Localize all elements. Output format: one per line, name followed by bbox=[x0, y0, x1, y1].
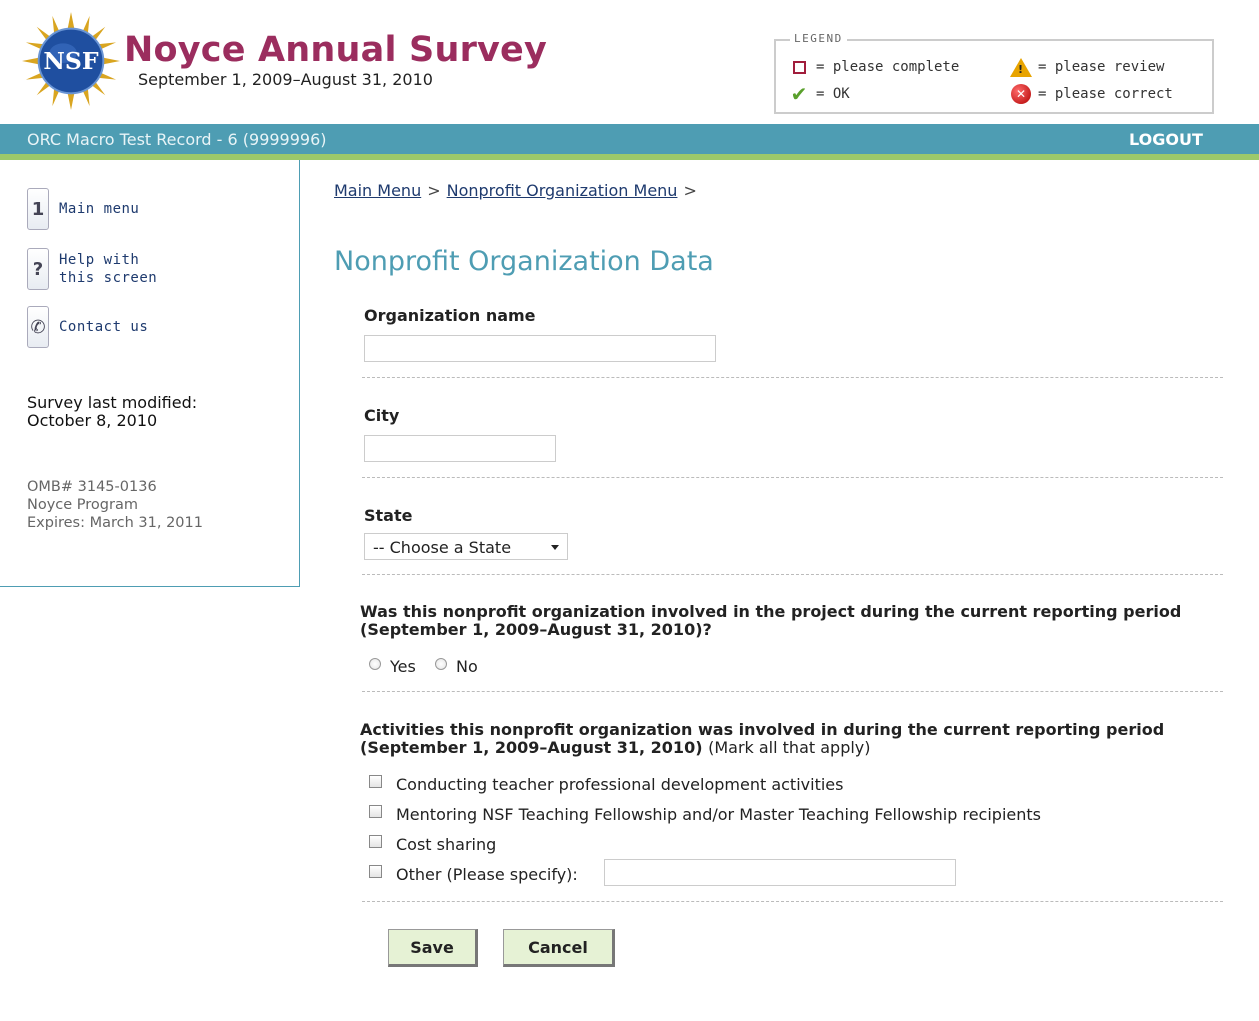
legend-label: = OK bbox=[816, 86, 850, 102]
activities-question-line1: Activities this nonprofit organization w… bbox=[360, 720, 1165, 739]
divider bbox=[362, 691, 1223, 692]
chevron-down-icon bbox=[551, 545, 559, 550]
checkbox-cost-sharing[interactable] bbox=[369, 835, 382, 848]
sidebar-item-label: Main menu bbox=[59, 201, 140, 217]
activities-question-line2: (September 1, 2009–August 31, 2010) bbox=[360, 738, 703, 757]
legend-label: = please correct bbox=[1038, 86, 1173, 102]
city-input[interactable] bbox=[364, 435, 556, 462]
logout-button[interactable]: LOGOUT bbox=[1129, 130, 1203, 149]
omb-number: OMB# 3145-0136 bbox=[27, 479, 157, 495]
nsf-logo: NSF bbox=[22, 12, 120, 110]
legend-item-please-review: ! = please review bbox=[1010, 57, 1164, 77]
legend-item-ok: ✔ = OK bbox=[788, 84, 850, 104]
modified-date: October 8, 2010 bbox=[27, 411, 158, 430]
breadcrumb-nonprofit-menu[interactable]: Nonprofit Organization Menu bbox=[447, 181, 678, 200]
legend-label: = please review bbox=[1038, 59, 1165, 75]
breadcrumb-separator: > bbox=[427, 181, 441, 200]
involved-question-line2: (September 1, 2009–August 31, 2010)? bbox=[360, 620, 712, 639]
legend-title: LEGEND bbox=[790, 32, 847, 45]
involved-question: Was this nonprofit organization involved… bbox=[360, 603, 1181, 639]
main-menu-icon: 1 bbox=[27, 188, 49, 230]
state-select[interactable]: -- Choose a State bbox=[364, 533, 568, 560]
sidebar-item-label-line2: this screen bbox=[59, 270, 158, 286]
warning-triangle-icon: ! bbox=[1010, 57, 1032, 77]
survey-modified: Survey last modified: October 8, 2010 bbox=[27, 394, 197, 430]
page-header: NSF Noyce Annual Survey September 1, 200… bbox=[0, 0, 1259, 124]
radio-no-label: No bbox=[456, 657, 478, 676]
sidebar-item-contact[interactable]: ✆ Contact us bbox=[27, 306, 148, 348]
sidebar-item-main-menu[interactable]: 1 Main menu bbox=[27, 188, 139, 230]
checkbox-label: Cost sharing bbox=[396, 835, 497, 854]
sidebar-item-label: Help with bbox=[59, 252, 140, 268]
omb-info: OMB# 3145-0136 Noyce Program Expires: Ma… bbox=[27, 478, 203, 532]
modified-label: Survey last modified: bbox=[27, 393, 198, 412]
checkmark-icon: ✔ bbox=[790, 82, 808, 106]
breadcrumb-separator: > bbox=[683, 181, 697, 200]
breadcrumb-main-menu[interactable]: Main Menu bbox=[334, 181, 421, 200]
radio-yes-label: Yes bbox=[390, 657, 416, 676]
legend-item-please-complete: = please complete bbox=[788, 57, 959, 77]
involved-question-line1: Was this nonprofit organization involved… bbox=[360, 602, 1182, 621]
page-title-survey: Noyce Annual Survey bbox=[124, 30, 548, 70]
help-icon: ? bbox=[27, 248, 49, 290]
checkbox-label: Conducting teacher professional developm… bbox=[396, 775, 844, 794]
page-title: Nonprofit Organization Data bbox=[334, 246, 714, 277]
breadcrumb: Main Menu > Nonprofit Organization Menu > bbox=[334, 181, 703, 200]
checkbox-professional-development[interactable] bbox=[369, 775, 382, 788]
legend-box: LEGEND = please complete ! = please revi… bbox=[774, 32, 1214, 114]
legend-item-please-correct: ✕ = please correct bbox=[1010, 84, 1173, 104]
empty-square-icon bbox=[792, 60, 806, 74]
activities-question: Activities this nonprofit organization w… bbox=[360, 721, 1164, 757]
city-label: City bbox=[364, 406, 400, 425]
divider bbox=[362, 574, 1223, 575]
checkbox-label: Mentoring NSF Teaching Fellowship and/or… bbox=[396, 805, 1041, 824]
error-x-icon: ✕ bbox=[1011, 84, 1031, 104]
checkbox-mentoring[interactable] bbox=[369, 805, 382, 818]
org-name-input[interactable] bbox=[364, 335, 716, 362]
divider bbox=[362, 477, 1223, 478]
checkbox-other[interactable] bbox=[369, 865, 382, 878]
save-button[interactable]: Save bbox=[388, 929, 478, 967]
checkbox-label: Other (Please specify): bbox=[396, 865, 578, 884]
survey-dates: September 1, 2009–August 31, 2010 bbox=[138, 70, 433, 89]
state-select-value: -- Choose a State bbox=[373, 538, 512, 557]
other-specify-input[interactable] bbox=[604, 859, 956, 886]
svg-text:NSF: NSF bbox=[43, 47, 98, 75]
phone-icon: ✆ bbox=[27, 306, 49, 348]
radio-no[interactable] bbox=[435, 658, 447, 670]
activities-hint: (Mark all that apply) bbox=[708, 738, 871, 757]
divider bbox=[362, 901, 1223, 902]
expiry-date: Expires: March 31, 2011 bbox=[27, 515, 203, 531]
org-name-label: Organization name bbox=[364, 306, 536, 325]
sidebar-item-help[interactable]: ? Help with this screen bbox=[27, 248, 157, 290]
radio-yes[interactable] bbox=[369, 658, 381, 670]
cancel-button[interactable]: Cancel bbox=[503, 929, 615, 967]
sidebar-item-label: Contact us bbox=[59, 319, 149, 335]
program-name: Noyce Program bbox=[27, 497, 138, 513]
divider bbox=[362, 377, 1223, 378]
legend-label: = please complete bbox=[816, 59, 960, 75]
state-label: State bbox=[364, 506, 413, 525]
record-label: ORC Macro Test Record - 6 (9999996) bbox=[27, 130, 327, 149]
